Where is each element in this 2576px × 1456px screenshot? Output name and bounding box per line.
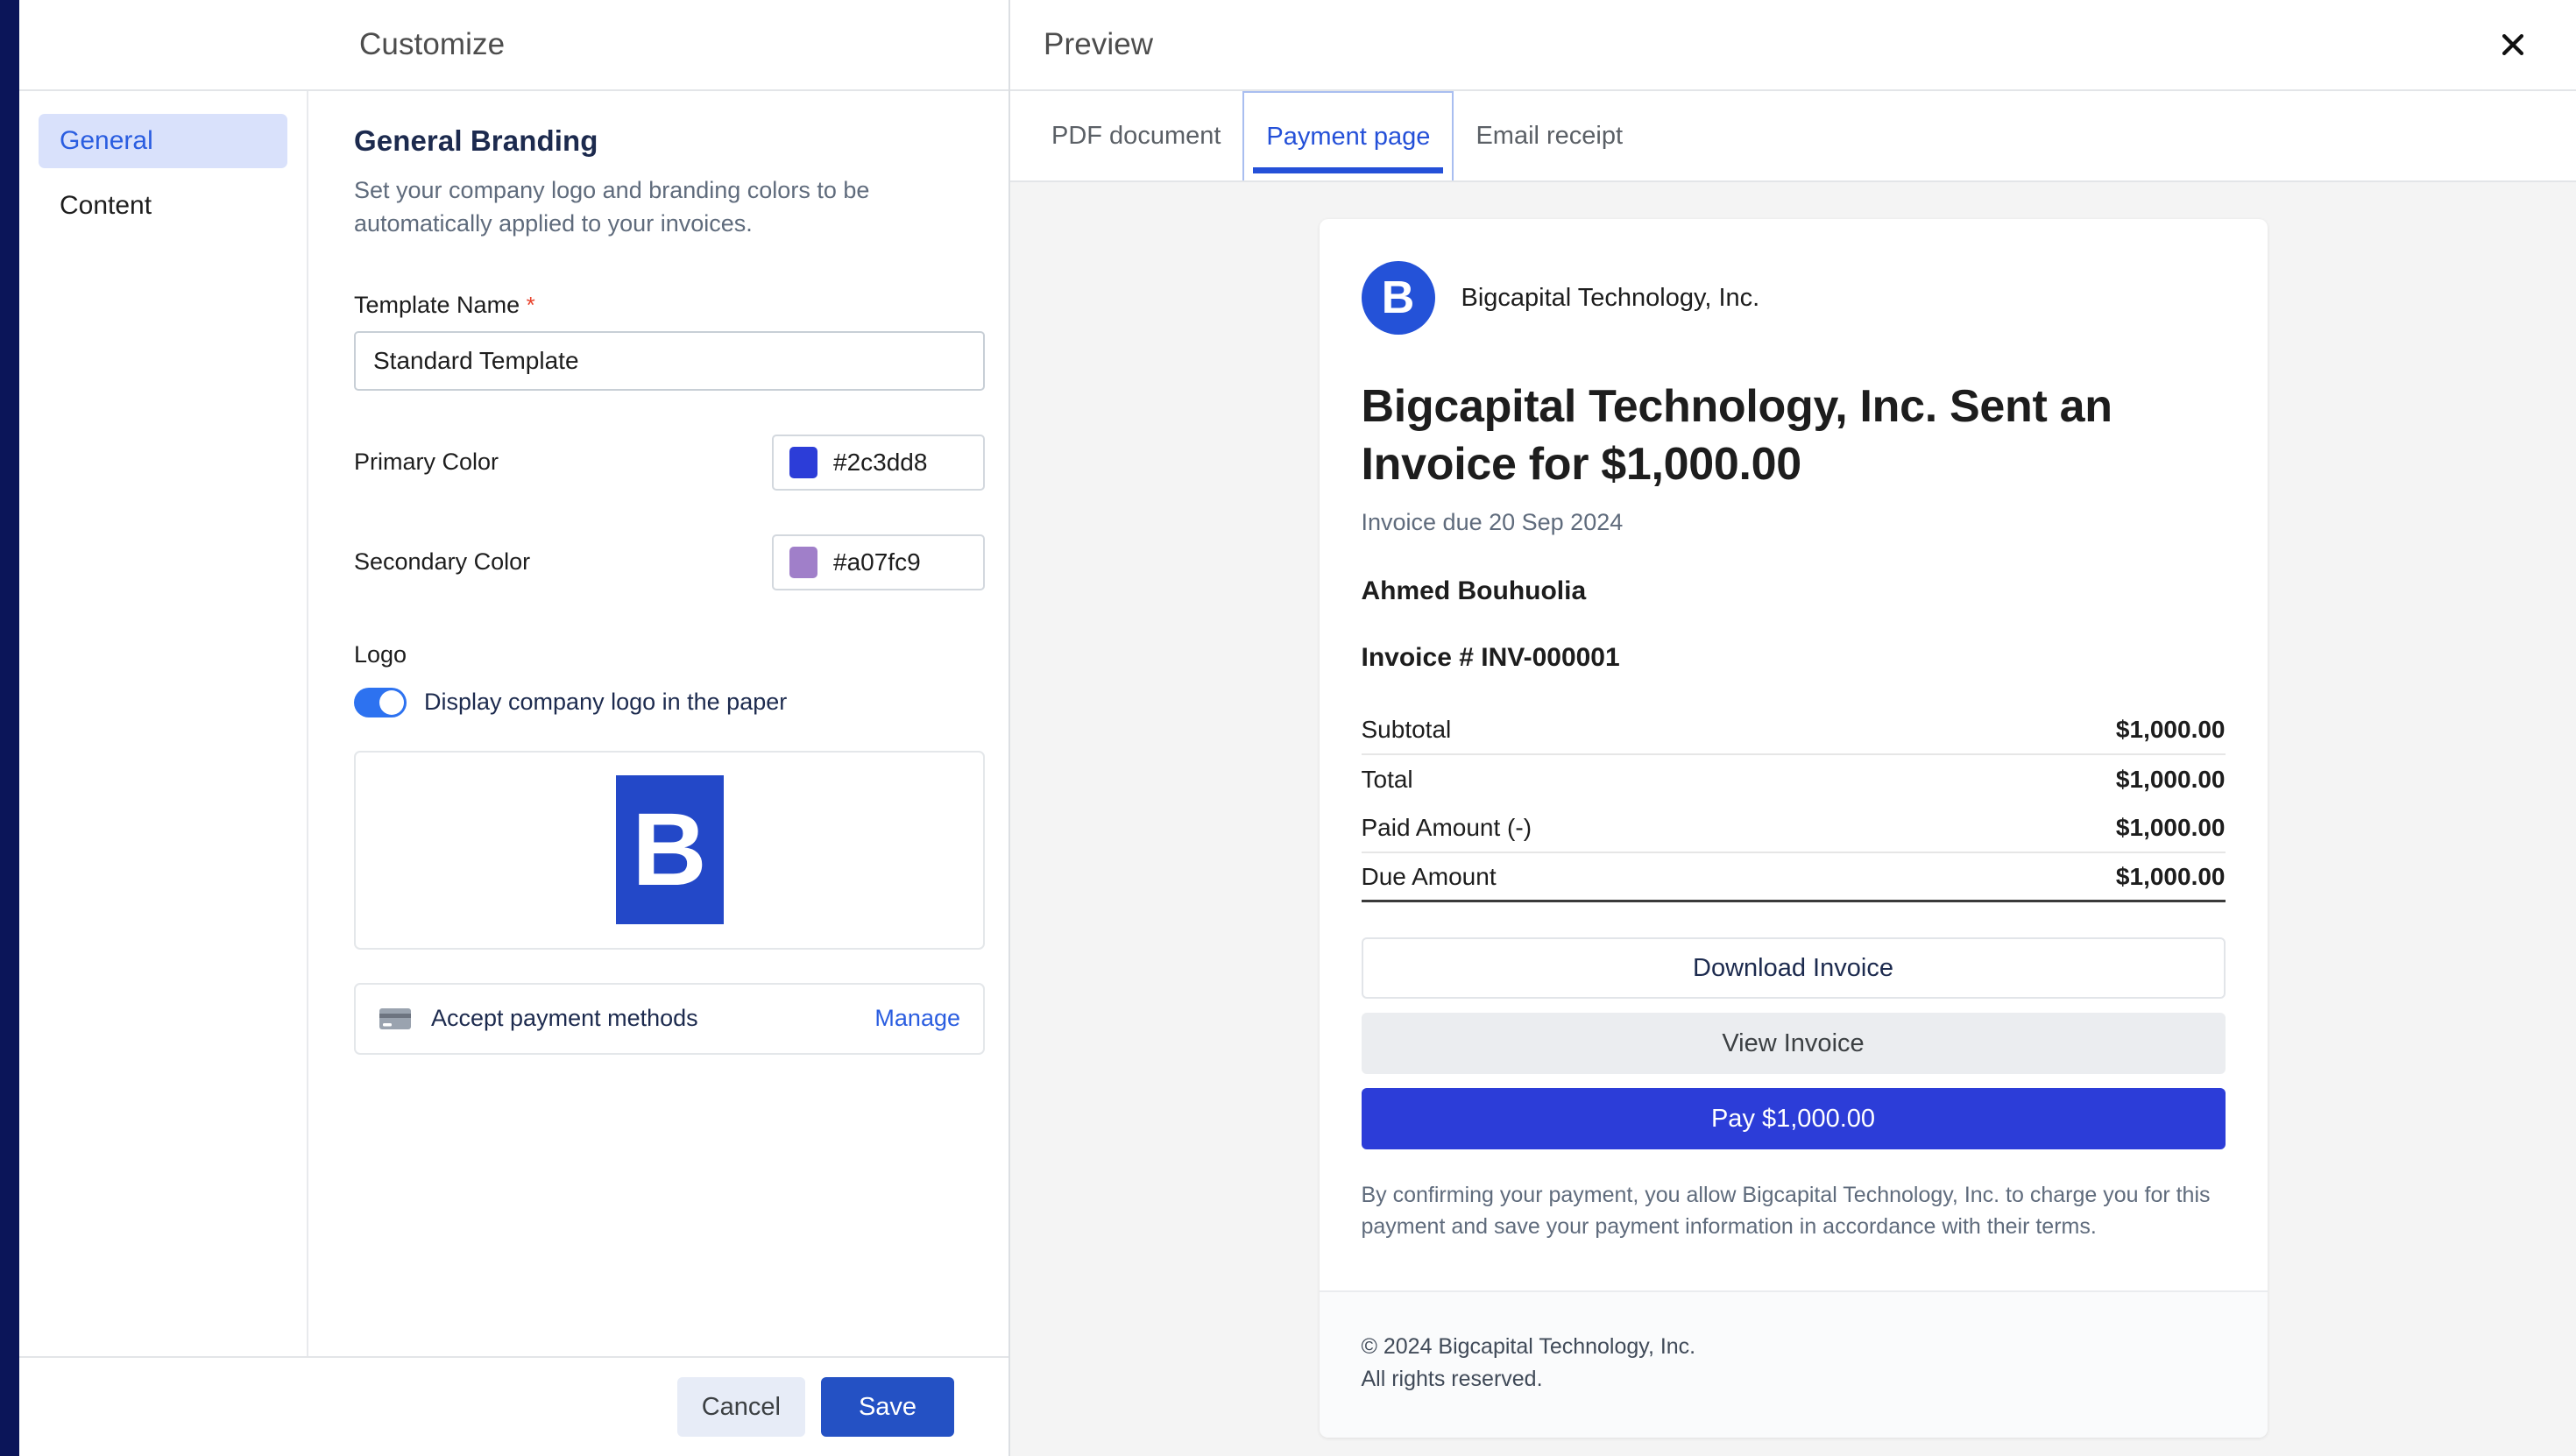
close-icon[interactable] <box>2488 20 2537 69</box>
sidebar-item-content[interactable]: Content <box>39 179 287 233</box>
payment-page-body: B Bigcapital Technology, Inc. Bigcapital… <box>1320 219 2268 1290</box>
sidebar-item-general[interactable]: General <box>39 114 287 168</box>
customize-body: General Content General Branding Set you… <box>19 91 1008 1358</box>
table-row: Paid Amount (-) $1,000.00 <box>1361 804 2226 854</box>
customize-invoice-dialog: Customize General Content General Brandi… <box>0 0 2576 1456</box>
company-logo-letter: B <box>632 792 707 908</box>
display-logo-toggle-label: Display company logo in the paper <box>424 689 788 716</box>
tab-email-receipt[interactable]: Email receipt <box>1454 91 1645 180</box>
logo-label: Logo <box>354 640 407 668</box>
general-branding-form: General Branding Set your company logo a… <box>308 91 1008 1356</box>
preview-panel: Preview PDF document Payment page Email … <box>1010 0 2576 1456</box>
customize-footer: Cancel Save <box>19 1358 1008 1456</box>
tab-pdf-document[interactable]: PDF document <box>1030 91 1242 180</box>
credit-card-icon <box>379 1007 411 1029</box>
invoice-totals-table: Subtotal $1,000.00 Total $1,000.00 Paid … <box>1361 706 2226 903</box>
customize-nav: General Content <box>19 91 308 1356</box>
accept-payment-methods-row: Accept payment methods Manage <box>354 982 985 1055</box>
secondary-color-label: Secondary Color <box>354 548 531 576</box>
payment-card-footer: © 2024 Bigcapital Technology, Inc. All r… <box>1319 1290 2268 1438</box>
download-invoice-button[interactable]: Download Invoice <box>1361 937 2226 1000</box>
invoice-due-text: Invoice due 20 Sep 2024 <box>1361 509 1624 536</box>
primary-color-picker[interactable]: #2c3dd8 <box>772 434 985 491</box>
preview-title: Preview <box>1044 27 1154 61</box>
total-value: $1,000.00 <box>2115 716 2226 744</box>
company-logo-mark: B <box>615 775 724 925</box>
table-row: Subtotal $1,000.00 <box>1361 706 2226 756</box>
accept-payment-methods-label: Accept payment methods <box>431 1005 698 1032</box>
sidebar-item-content-label: Content <box>60 191 152 220</box>
customize-header: Customize <box>19 0 1008 91</box>
primary-color-hex: #2c3dd8 <box>833 448 928 476</box>
payment-page-card: B Bigcapital Technology, Inc. Bigcapital… <box>1319 219 2268 1438</box>
preview-header: Preview <box>1010 0 2576 91</box>
secondary-color-hex: #a07fc9 <box>833 548 921 576</box>
template-name-label: Template Name * <box>354 292 956 319</box>
customize-title: Customize <box>359 27 506 61</box>
total-label: Subtotal <box>1361 716 1452 744</box>
sidebar-item-general-label: General <box>60 126 153 155</box>
tab-payment-page[interactable]: Payment page <box>1242 91 1454 180</box>
template-name-input[interactable] <box>354 330 985 391</box>
secondary-color-row: Secondary Color #a07fc9 <box>354 534 985 590</box>
tab-email-receipt-label: Email receipt <box>1476 121 1624 150</box>
required-marker: * <box>526 291 535 318</box>
manage-payment-methods-link[interactable]: Manage <box>874 1005 960 1032</box>
app-sidebar-rail <box>0 0 19 1456</box>
total-value: $1,000.00 <box>2115 766 2226 794</box>
logo-preview-box[interactable]: B <box>354 750 985 950</box>
payment-actions: Download Invoice View Invoice Pay $1,000… <box>1361 937 2226 1150</box>
payment-heading: Bigcapital Technology, Inc. Sent an Invo… <box>1361 381 2113 490</box>
display-logo-toggle-row: Display company logo in the paper <box>354 687 956 717</box>
rights-line: All rights reserved. <box>1361 1366 1543 1391</box>
total-label: Due Amount <box>1361 862 1497 890</box>
brand-name: Bigcapital Technology, Inc. <box>1461 283 1760 312</box>
secondary-color-picker[interactable]: #a07fc9 <box>772 534 985 590</box>
total-value: $1,000.00 <box>2115 862 2226 890</box>
payment-disclaimer: By confirming your payment, you allow Bi… <box>1361 1183 2211 1240</box>
pay-button[interactable]: Pay $1,000.00 <box>1361 1088 2226 1150</box>
invoice-number: Invoice # INV-000001 <box>1361 643 1620 673</box>
secondary-color-swatch <box>789 546 817 578</box>
customer-name: Ahmed Bouhuolia <box>1361 576 1587 606</box>
view-invoice-button[interactable]: View Invoice <box>1361 1013 2226 1075</box>
tab-payment-page-label: Payment page <box>1266 122 1431 151</box>
copyright-line: © 2024 Bigcapital Technology, Inc. <box>1361 1333 1696 1359</box>
display-logo-toggle[interactable] <box>354 687 407 717</box>
primary-color-row: Primary Color #2c3dd8 <box>354 434 985 491</box>
customize-panel: Customize General Content General Brandi… <box>19 0 1010 1456</box>
table-row: Due Amount $1,000.00 <box>1361 853 2226 903</box>
brand-row: B Bigcapital Technology, Inc. <box>1361 261 2226 335</box>
total-label: Total <box>1361 766 1413 794</box>
section-title: General Branding <box>354 124 598 157</box>
table-row: Total $1,000.00 <box>1362 755 2226 804</box>
primary-color-label: Primary Color <box>354 449 499 476</box>
brand-avatar-letter: B <box>1381 272 1415 323</box>
total-value: $1,000.00 <box>2115 814 2226 842</box>
save-button[interactable]: Save <box>821 1377 954 1437</box>
preview-stage: B Bigcapital Technology, Inc. Bigcapital… <box>1010 182 2576 1456</box>
close-icon-glyph <box>2502 33 2524 56</box>
preview-tabs: PDF document Payment page Email receipt <box>1010 91 2576 182</box>
cancel-button[interactable]: Cancel <box>676 1377 805 1437</box>
section-description: Set your company logo and branding color… <box>354 177 870 237</box>
template-name-label-text: Template Name <box>354 291 520 318</box>
total-label: Paid Amount (-) <box>1361 814 1532 842</box>
brand-avatar: B <box>1361 261 1435 335</box>
toggle-knob <box>379 689 404 715</box>
primary-color-swatch <box>789 446 817 478</box>
tab-pdf-document-label: PDF document <box>1051 121 1221 150</box>
